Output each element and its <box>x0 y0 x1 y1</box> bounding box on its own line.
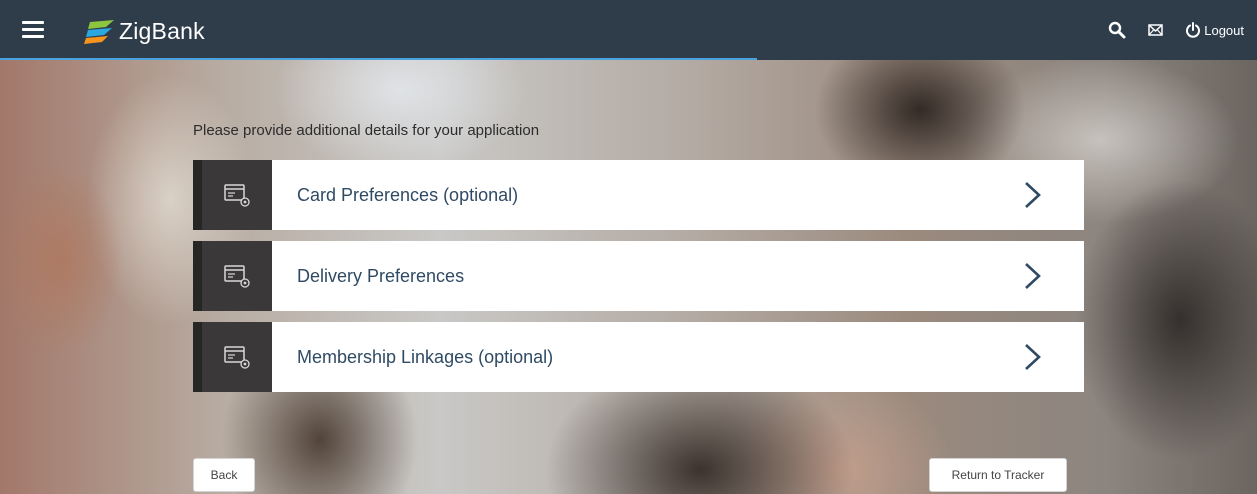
page-progress-bar <box>0 58 757 60</box>
logout-label: Logout <box>1204 22 1244 38</box>
option-delivery-preferences[interactable]: Delivery Preferences <box>193 241 1084 311</box>
chevron-right-icon[interactable] <box>1020 180 1044 210</box>
chevron-right-icon[interactable] <box>1020 261 1044 291</box>
option-label: Membership Linkages (optional) <box>297 346 554 367</box>
option-label: Card Preferences (optional) <box>297 184 519 205</box>
option-label: Delivery Preferences <box>297 265 465 286</box>
application-details-list: Card Preferences (optional) Delivery Pre… <box>193 160 1084 392</box>
page-instruction: Please provide additional details for yo… <box>193 122 540 139</box>
back-button[interactable]: Back <box>193 458 255 492</box>
chevron-right-icon[interactable] <box>1020 342 1044 372</box>
option-card-preferences[interactable]: Card Preferences (optional) <box>193 160 1084 230</box>
card-settings-icon <box>224 184 250 207</box>
brand-logo[interactable]: ZigBank <box>84 16 205 46</box>
logout-button[interactable]: Logout <box>1185 22 1244 38</box>
mail-icon[interactable] <box>1148 24 1163 36</box>
card-settings-icon <box>224 265 250 288</box>
power-icon <box>1186 22 1201 38</box>
return-to-tracker-button[interactable]: Return to Tracker <box>929 458 1067 492</box>
option-membership-linkages[interactable]: Membership Linkages (optional) <box>193 322 1084 392</box>
zigbank-logo-icon <box>84 20 114 44</box>
top-navigation-bar: ZigBank Logout <box>0 0 1257 60</box>
hamburger-menu-icon[interactable] <box>22 21 44 39</box>
brand-name: ZigBank <box>119 17 205 44</box>
card-settings-icon <box>224 346 250 369</box>
search-icon[interactable] <box>1108 21 1126 39</box>
